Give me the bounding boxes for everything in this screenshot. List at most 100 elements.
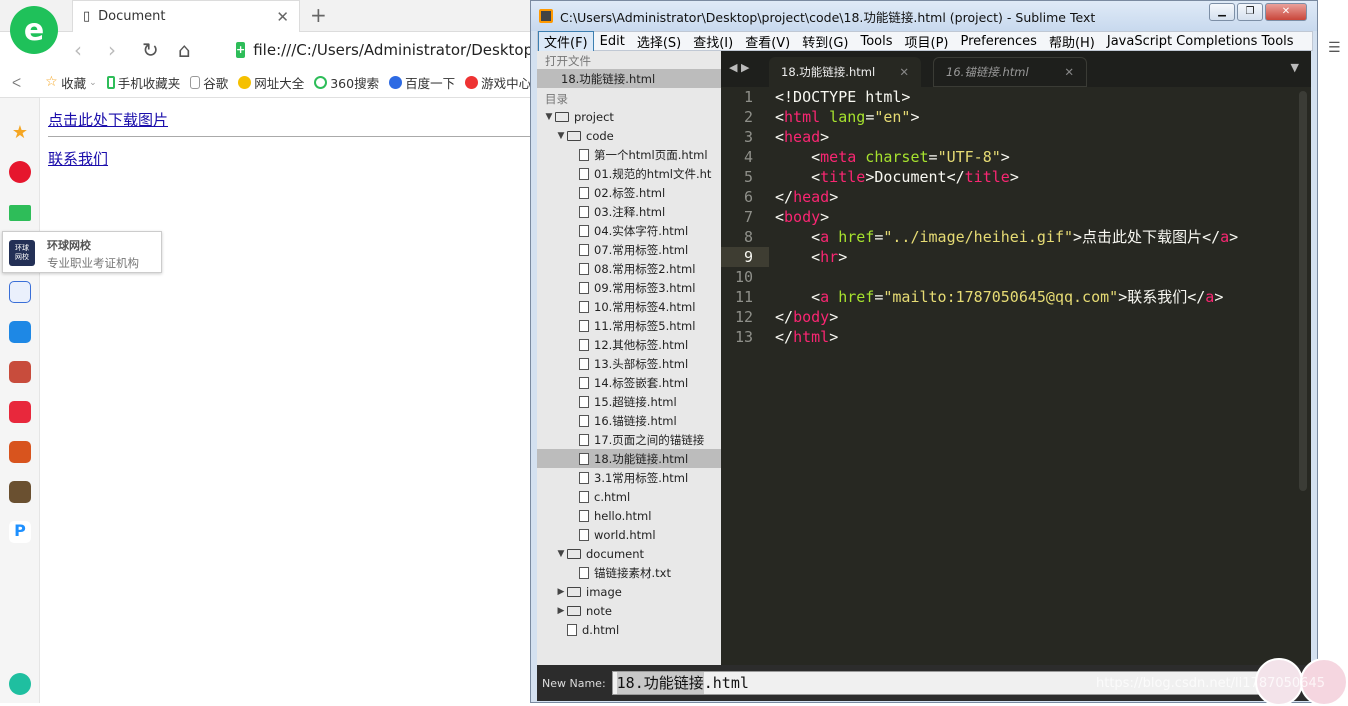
- open-file-item[interactable]: 18.功能链接.html: [537, 69, 721, 88]
- menu-view[interactable]: 查看(V): [739, 32, 796, 51]
- bookmark-item[interactable]: ☆ 收藏 ⌄: [45, 73, 97, 92]
- maximize-icon[interactable]: ❐: [1237, 3, 1263, 21]
- file-item[interactable]: 13.头部标签.html: [537, 354, 721, 373]
- close-tab-icon[interactable]: ✕: [1064, 65, 1074, 79]
- download-image-link[interactable]: 点击此处下载图片: [48, 109, 168, 130]
- back-icon[interactable]: ‹: [74, 38, 82, 62]
- game-icon[interactable]: [9, 441, 31, 463]
- file-item[interactable]: 07.常用标签.html: [537, 240, 721, 259]
- disclosure-arrow-icon[interactable]: ▼: [555, 549, 567, 559]
- bookmark-item[interactable]: 谷歌: [190, 73, 228, 92]
- tree-item-label: 10.常用标签4.html: [594, 299, 696, 314]
- bookmark-item[interactable]: 游戏中心: [465, 73, 531, 92]
- browser-tab[interactable]: ▯ Document ✕: [72, 0, 300, 32]
- menu-help[interactable]: 帮助(H): [1043, 32, 1101, 51]
- menu-project[interactable]: 项目(P): [899, 32, 955, 51]
- chat-icon[interactable]: [9, 321, 31, 343]
- file-item[interactable]: 01.规范的html文件.ht: [537, 164, 721, 183]
- game-icon[interactable]: [9, 481, 31, 503]
- menu-goto[interactable]: 转到(G): [796, 32, 854, 51]
- disclosure-arrow-icon[interactable]: ▼: [543, 112, 555, 122]
- folder-item[interactable]: ▼ code: [537, 126, 721, 145]
- p-app-icon[interactable]: P: [9, 521, 31, 543]
- folder-item[interactable]: ▼ project: [537, 107, 721, 126]
- tab-dropdown-icon[interactable]: ▼: [1291, 61, 1299, 74]
- file-item[interactable]: 锚链接素材.txt: [537, 563, 721, 582]
- menu-js-completions[interactable]: JavaScript Completions Tools: [1101, 34, 1300, 49]
- tab-nav-icon[interactable]: ◀ ▶: [729, 61, 749, 74]
- document-icon[interactable]: [9, 281, 31, 303]
- close-tab-icon[interactable]: ✕: [899, 65, 909, 79]
- file-item[interactable]: 11.常用标签5.html: [537, 316, 721, 335]
- menu-find[interactable]: 查找(I): [687, 32, 739, 51]
- file-item[interactable]: 08.常用标签2.html: [537, 259, 721, 278]
- file-item[interactable]: hello.html: [537, 506, 721, 525]
- browser-logo-icon[interactable]: e: [10, 6, 58, 54]
- phone-icon: [106, 76, 115, 89]
- menu-file[interactable]: 文件(F): [538, 30, 594, 52]
- file-item[interactable]: 02.标签.html: [537, 183, 721, 202]
- folder-item[interactable]: ▶ note: [537, 601, 721, 620]
- file-item[interactable]: 14.标签嵌套.html: [537, 373, 721, 392]
- disclosure-arrow-icon[interactable]: ▶: [555, 587, 567, 597]
- editor-tab-active[interactable]: 18.功能链接.html ✕: [769, 57, 921, 87]
- file-item[interactable]: 第一个html页面.html: [537, 145, 721, 164]
- file-icon: [579, 471, 589, 484]
- editor-scrollbar[interactable]: [1299, 91, 1307, 491]
- home-icon[interactable]: ⌂: [178, 38, 191, 62]
- weibo-icon[interactable]: [9, 161, 31, 183]
- bookmark-item[interactable]: 手机收藏夹: [106, 73, 180, 92]
- disclosure-arrow-icon[interactable]: ▶: [555, 606, 567, 616]
- file-item[interactable]: 04.实体字符.html: [537, 221, 721, 240]
- reload-icon[interactable]: ↻: [142, 38, 159, 62]
- line-number: 4: [743, 148, 753, 166]
- file-item[interactable]: 17.页面之间的锚链接: [537, 430, 721, 449]
- file-item[interactable]: 12.其他标签.html: [537, 335, 721, 354]
- file-item[interactable]: 18.功能链接.html: [537, 449, 721, 468]
- tree-item-label: 3.1常用标签.html: [594, 470, 689, 485]
- folder-item[interactable]: ▼ document: [537, 544, 721, 563]
- code-line: </body>: [775, 308, 839, 326]
- file-icon: [579, 262, 589, 275]
- menu-preferences[interactable]: Preferences: [954, 34, 1042, 49]
- add-app-icon[interactable]: [9, 673, 31, 695]
- editor-tab[interactable]: 16.锚链接.html ✕: [933, 57, 1087, 87]
- file-item[interactable]: 3.1常用标签.html: [537, 468, 721, 487]
- new-tab-icon[interactable]: +: [310, 3, 327, 27]
- file-item[interactable]: 16.锚链接.html: [537, 411, 721, 430]
- line-number: 5: [743, 168, 753, 186]
- file-item[interactable]: 03.注释.html: [537, 202, 721, 221]
- file-item[interactable]: c.html: [537, 487, 721, 506]
- contact-us-link[interactable]: 联系我们: [48, 148, 108, 169]
- close-tab-icon[interactable]: ✕: [276, 8, 289, 26]
- file-item[interactable]: world.html: [537, 525, 721, 544]
- menu-selection[interactable]: 选择(S): [631, 32, 687, 51]
- collapse-icon[interactable]: ᐸ: [12, 75, 21, 90]
- mail-icon[interactable]: [9, 205, 31, 221]
- new-name-label: New Name:: [542, 676, 606, 690]
- forward-icon[interactable]: ›: [108, 38, 116, 62]
- file-item[interactable]: 10.常用标签4.html: [537, 297, 721, 316]
- menu-edit[interactable]: Edit: [594, 34, 631, 49]
- address-bar[interactable]: + file:///C:/Users/Administrator/Desktop…: [236, 38, 548, 62]
- globe-icon: [238, 76, 252, 89]
- favorites-icon[interactable]: ★: [9, 122, 31, 144]
- file-icon: [579, 395, 589, 408]
- menu-icon[interactable]: ☰: [1328, 40, 1341, 56]
- bookmark-item[interactable]: 百度一下: [389, 73, 455, 92]
- xiaohongshu-icon[interactable]: [9, 401, 31, 423]
- editor[interactable]: ◀ ▶ 18.功能链接.html ✕ 16.锚链接.html ✕ ▼ 1234567…: [721, 51, 1311, 665]
- game-icon[interactable]: [9, 361, 31, 383]
- open-files-header: 打开文件: [545, 54, 591, 68]
- file-item[interactable]: d.html: [537, 620, 721, 639]
- disclosure-arrow-icon[interactable]: ▼: [555, 131, 567, 141]
- file-item[interactable]: 15.超链接.html: [537, 392, 721, 411]
- close-window-icon[interactable]: ✕: [1265, 3, 1307, 21]
- menu-tools[interactable]: Tools: [854, 34, 898, 49]
- folder-item[interactable]: ▶ image: [537, 582, 721, 601]
- editor-tab-bar: ◀ ▶ 18.功能链接.html ✕ 16.锚链接.html ✕ ▼: [721, 51, 1311, 87]
- file-item[interactable]: 09.常用标签3.html: [537, 278, 721, 297]
- bookmark-item[interactable]: 360搜索: [314, 73, 379, 92]
- minimize-icon[interactable]: ▁: [1209, 3, 1235, 21]
- bookmark-item[interactable]: 网址大全: [238, 73, 304, 92]
